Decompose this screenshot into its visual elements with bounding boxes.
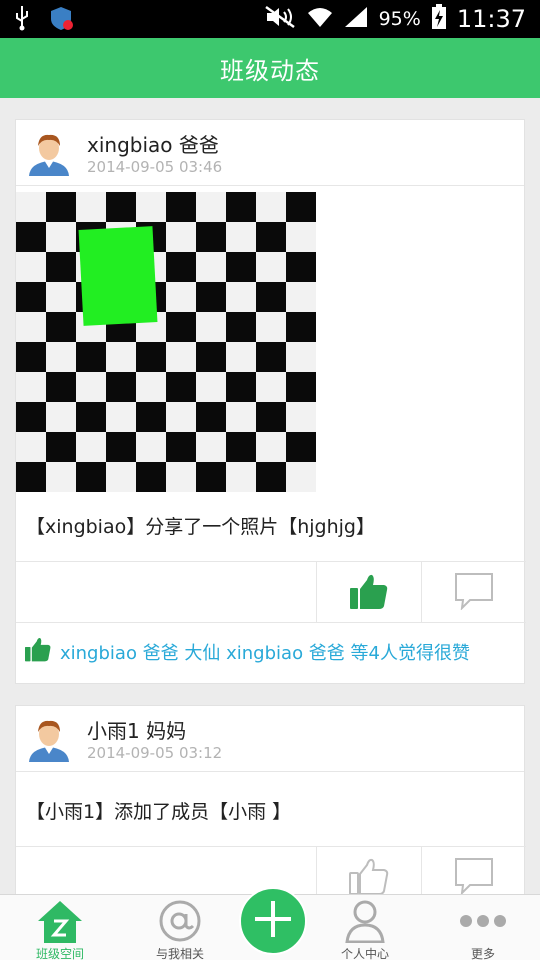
mute-icon xyxy=(263,5,297,33)
post-text: 【xingbiao】分享了一个照片【hjghjg】 xyxy=(26,516,375,538)
post-photo[interactable] xyxy=(16,192,316,492)
thumbs-up-icon xyxy=(349,572,389,614)
bottom-nav: 班级空间 与我相关 个人中心 更多 xyxy=(0,887,540,960)
comment-button[interactable] xyxy=(421,562,526,623)
page-title: 班级动态 xyxy=(220,56,320,85)
nav-label: 与我相关 xyxy=(155,947,204,960)
comment-icon xyxy=(454,572,494,614)
usb-icon xyxy=(14,5,30,35)
post-time: 2014-09-05 03:46 xyxy=(87,158,223,176)
comment-button[interactable] xyxy=(421,847,526,894)
person-icon xyxy=(343,899,387,947)
nav-item-related[interactable]: 与我相关 xyxy=(130,895,230,960)
battery-percent: 95% xyxy=(378,8,421,30)
nav-label: 班级空间 xyxy=(35,947,84,960)
at-icon xyxy=(158,899,202,947)
signal-icon xyxy=(343,5,369,33)
more-icon xyxy=(459,913,507,932)
status-bar: 95% 11:37 xyxy=(0,0,540,38)
add-post-button[interactable] xyxy=(239,887,307,955)
post-time: 2014-09-05 03:12 xyxy=(87,744,223,762)
post-author: 小雨1 妈妈 xyxy=(87,719,187,743)
plus-icon xyxy=(253,899,293,943)
post-actions xyxy=(16,561,526,623)
avatar[interactable] xyxy=(26,130,72,176)
battery-charging-icon xyxy=(431,4,447,34)
post-text: 【小雨1】添加了成员【小雨 】 xyxy=(26,801,292,823)
nav-label: 个人中心 xyxy=(340,947,389,960)
app-bar: 班级动态 xyxy=(0,38,540,98)
nav-item-more[interactable]: 更多 xyxy=(433,895,533,960)
nav-item-class-space[interactable]: 班级空间 xyxy=(10,895,110,960)
like-button[interactable] xyxy=(316,847,421,894)
likes-text: xingbiao 爸爸 大仙 xingbiao 爸爸 等4人觉得很赞 xyxy=(60,642,470,664)
feed-list[interactable]: xingbiao 爸爸 2014-09-05 03:46 【xingbiao】分… xyxy=(0,98,540,894)
wifi-icon xyxy=(307,5,333,33)
post-header: xingbiao 爸爸 2014-09-05 03:46 xyxy=(16,120,524,186)
comment-icon xyxy=(454,857,494,894)
like-button[interactable] xyxy=(316,562,421,623)
post-card: xingbiao 爸爸 2014-09-05 03:46 【xingbiao】分… xyxy=(15,119,526,684)
clock: 11:37 xyxy=(456,5,526,33)
app-notification-icon xyxy=(48,5,74,35)
home-icon xyxy=(36,899,84,947)
nav-label: 更多 xyxy=(470,947,495,960)
thumbs-up-outline-icon xyxy=(349,857,389,894)
post-card: 小雨1 妈妈 2014-09-05 03:12 【小雨1】添加了成员【小雨 】 xyxy=(15,705,526,894)
likes-summary[interactable]: xingbiao 爸爸 大仙 xingbiao 爸爸 等4人觉得很赞 xyxy=(24,636,470,667)
avatar[interactable] xyxy=(26,716,72,762)
post-author: xingbiao 爸爸 xyxy=(87,133,219,157)
nav-item-profile[interactable]: 个人中心 xyxy=(315,895,415,960)
post-header: 小雨1 妈妈 2014-09-05 03:12 xyxy=(16,706,524,772)
thumbs-up-icon xyxy=(24,636,52,667)
